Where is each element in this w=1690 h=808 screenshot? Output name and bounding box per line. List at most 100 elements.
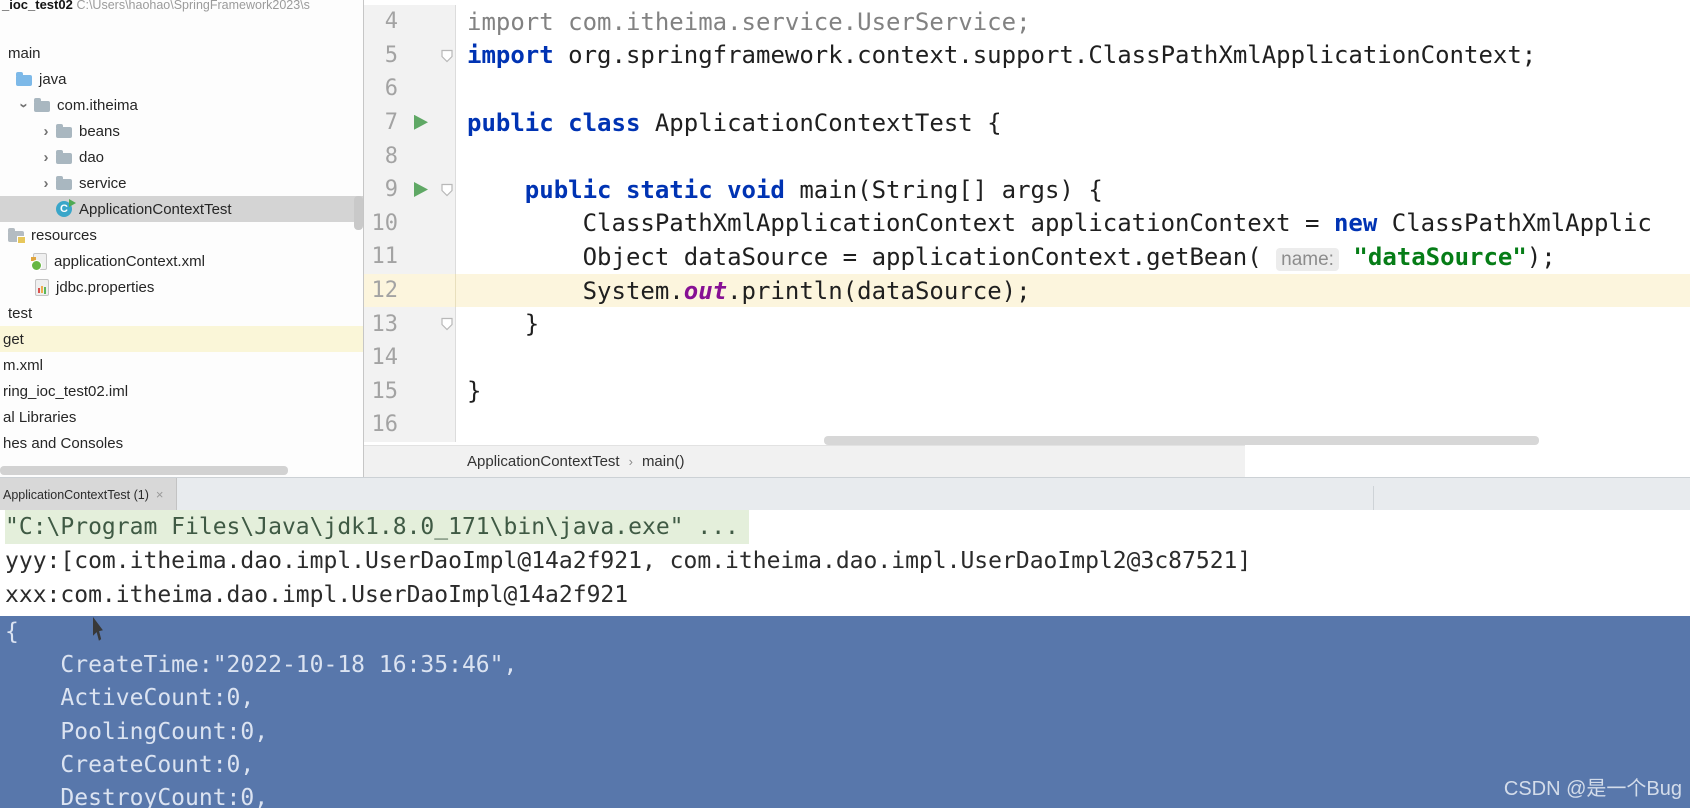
editor-gutter: 7 xyxy=(364,105,456,140)
code-line-7[interactable]: 7 public class ApplicationContextTest { xyxy=(364,105,1690,140)
tree-item-dao[interactable]: › dao xyxy=(0,144,363,170)
editor-gutter: 6 xyxy=(364,72,456,106)
folder-blue-icon xyxy=(16,71,32,86)
tree-item-resources[interactable]: resources xyxy=(0,222,363,248)
breadcrumb-item-applicationcontexttest[interactable]: ApplicationContextTest xyxy=(467,453,620,470)
code-token: name: xyxy=(1276,247,1339,271)
code-editor[interactable]: 4 import com.itheima.service.UserService;… xyxy=(364,0,1690,445)
code-token: } xyxy=(467,310,540,339)
editor-horizontal-scrollbar[interactable] xyxy=(824,436,1539,445)
tree-item-jdbc-properties[interactable]: jdbc.properties xyxy=(0,274,363,300)
tree-item-label: al Libraries xyxy=(3,408,77,426)
fold-marker-icon[interactable] xyxy=(440,317,454,331)
editor-lines: 4 import com.itheima.service.UserService;… xyxy=(364,5,1690,442)
line-number: 11 xyxy=(371,244,399,270)
chevron-down-icon[interactable]: › xyxy=(16,95,33,115)
run-icon[interactable] xyxy=(414,181,428,197)
fold-marker-icon[interactable] xyxy=(440,183,454,197)
code-text: } xyxy=(456,310,1690,338)
tree-item-applicationcontexttest[interactable]: ApplicationContextTest xyxy=(0,196,363,222)
close-icon[interactable]: × xyxy=(156,487,164,502)
line-number: 14 xyxy=(371,345,399,371)
tree-item-al-libraries[interactable]: al Libraries xyxy=(0,404,363,430)
code-line-8[interactable]: 8 xyxy=(364,139,1690,173)
console-line-1: "C:\Program Files\Java\jdk1.8.0_171\bin\… xyxy=(0,510,1690,544)
console-selected-block[interactable]: { CreateTime:"2022-10-18 16:35:46", Acti… xyxy=(0,616,1690,808)
console-tab-applicationcontexttest[interactable]: ApplicationContextTest (1) × xyxy=(0,478,177,511)
code-token: ); xyxy=(1526,242,1556,271)
tree-item-java[interactable]: java xyxy=(0,66,363,92)
tree-item-applicationcontext-xml[interactable]: applicationContext.xml xyxy=(0,248,363,274)
line-number: 4 xyxy=(384,9,398,35)
tree-item-m-xml[interactable]: m.xml xyxy=(0,352,363,378)
code-token: public static void xyxy=(524,175,785,204)
line-number: 16 xyxy=(371,412,399,438)
project-horizontal-scrollbar[interactable] xyxy=(0,466,288,475)
code-line-10[interactable]: 10 ClassPathXmlApplicationContext applic… xyxy=(364,206,1690,241)
tree-item-com-itheima[interactable]: › com.itheima xyxy=(0,92,363,118)
code-token: main(String[] args) { xyxy=(784,175,1103,204)
tree-item-label: applicationContext.xml xyxy=(54,252,205,270)
folder-pkg-icon xyxy=(56,175,72,190)
code-line-15[interactable]: 15} xyxy=(364,374,1690,409)
watermark: CSDN @是一个Bug xyxy=(1503,778,1682,800)
code-line-4[interactable]: 4 import com.itheima.service.UserService; xyxy=(364,5,1690,39)
code-token: public class xyxy=(467,108,641,137)
code-token: out xyxy=(683,276,728,305)
code-line-12[interactable]: 12 System.out.println(dataSource); xyxy=(364,273,1690,308)
code-token: System. xyxy=(467,276,684,305)
tree-item-get[interactable]: get xyxy=(0,326,363,352)
code-token: ApplicationContextTest { xyxy=(640,108,1002,137)
chevron-right-icon[interactable]: › xyxy=(36,149,56,166)
code-text: public class ApplicationContextTest { xyxy=(456,109,1690,137)
code-line-11[interactable]: 11 Object dataSource = applicationContex… xyxy=(364,240,1690,274)
code-line-13[interactable]: 13 } xyxy=(364,307,1690,341)
chevron-right-icon[interactable]: › xyxy=(36,123,56,140)
tree-item-main[interactable]: main xyxy=(0,40,363,66)
tree-item-test[interactable]: test xyxy=(0,300,363,326)
tree-item-label: resources xyxy=(31,226,97,244)
selected-console-line: CreateTime:"2022-10-18 16:35:46", xyxy=(5,652,518,679)
code-line-14[interactable]: 14 xyxy=(364,340,1690,375)
code-line-5[interactable]: 5 import org.springframework.context.supp… xyxy=(364,38,1690,73)
code-token: new xyxy=(1333,209,1378,238)
selected-console-line: DestroyCount:0, xyxy=(5,784,269,808)
editor-gutter: 12 xyxy=(364,273,456,308)
line-number: 9 xyxy=(384,177,398,203)
console-command-text: "C:\Program Files\Java\jdk1.8.0_171\bin\… xyxy=(5,510,749,544)
tree-item-beans[interactable]: › beans xyxy=(0,118,363,144)
code-text: ClassPathXmlApplicationContext applicati… xyxy=(456,209,1690,237)
folder-res-icon xyxy=(8,227,26,244)
project-path: C:\Users\haohao\SpringFramework2023\s xyxy=(76,0,310,12)
editor-gutter: 16 xyxy=(364,408,456,442)
editor-gutter: 11 xyxy=(364,240,456,274)
line-number: 13 xyxy=(371,311,399,337)
code-line-9[interactable]: 9 public static void main(String[] args)… xyxy=(364,172,1690,207)
editor-gutter: 10 xyxy=(364,206,456,241)
selected-console-line: { xyxy=(5,619,19,645)
code-token: org.springframework.context.support.Clas… xyxy=(553,41,1537,70)
fold-marker-icon[interactable] xyxy=(440,49,454,63)
tree-item-service[interactable]: › service xyxy=(0,170,363,196)
editor-gutter: 15 xyxy=(364,374,456,409)
console-tab-label: ApplicationContextTest (1) xyxy=(3,487,149,502)
project-vertical-scrollbar[interactable] xyxy=(354,196,363,230)
line-number: 12 xyxy=(371,278,399,304)
project-tree: mainjava›com.itheima›beans›dao›serviceAp… xyxy=(0,40,363,456)
folder-pkg-icon xyxy=(34,97,50,112)
tree-item-label: get xyxy=(3,330,24,348)
tree-item-hes-and-consoles[interactable]: hes and Consoles xyxy=(0,430,363,456)
project-name: _ioc_test02 xyxy=(2,0,73,12)
tree-item-ring-ioc-test02-iml[interactable]: ring_ioc_test02.iml xyxy=(0,378,363,404)
code-token: ClassPathXmlApplicationContext applicati… xyxy=(467,209,1334,238)
code-token: } xyxy=(467,377,482,406)
code-text: import com.itheima.service.UserService; xyxy=(456,8,1690,36)
chevron-right-icon[interactable]: › xyxy=(36,175,56,192)
editor-gutter: 4 xyxy=(364,5,456,39)
run-icon[interactable] xyxy=(414,114,428,130)
code-line-6[interactable]: 6 xyxy=(364,72,1690,106)
code-text: Object dataSource = applicationContext.g… xyxy=(456,243,1690,271)
line-number: 5 xyxy=(384,42,398,68)
breadcrumb-item-main[interactable]: main() xyxy=(642,453,685,470)
